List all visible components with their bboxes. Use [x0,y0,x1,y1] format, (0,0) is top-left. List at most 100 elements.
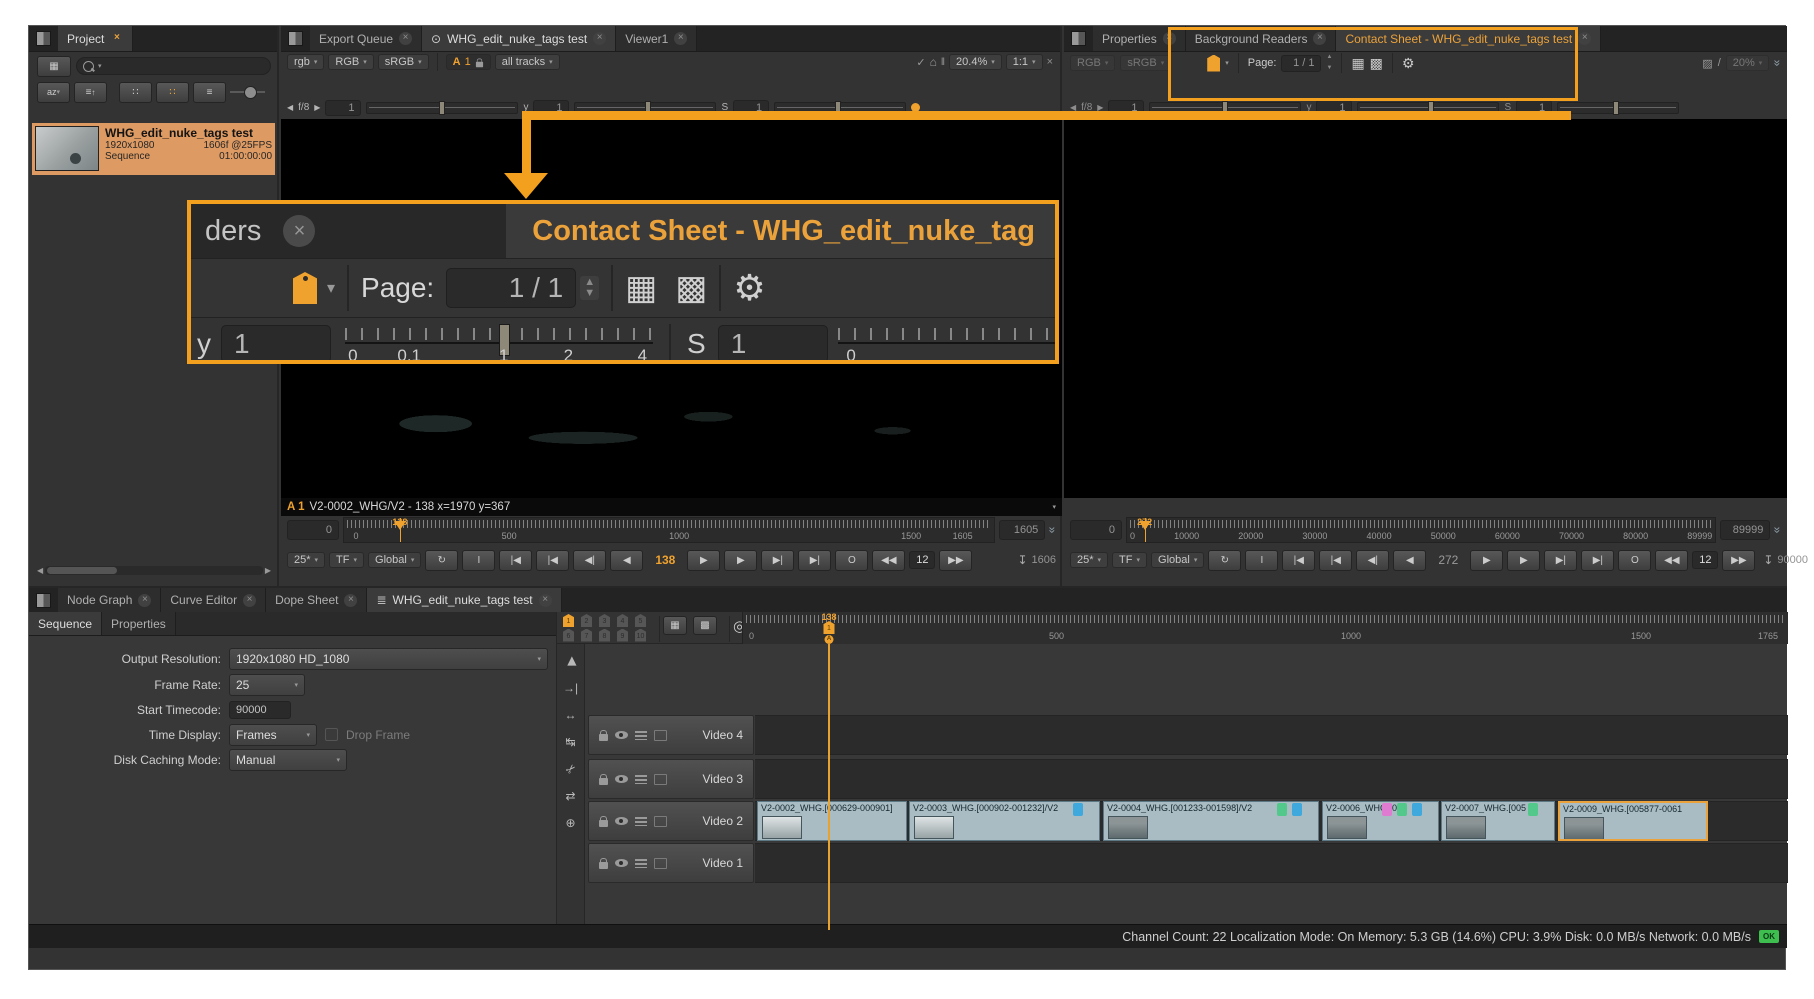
slide-tool[interactable]: ↔ [560,705,582,725]
slider-handle[interactable] [439,101,445,115]
trim-tool[interactable]: ↹ [560,732,582,752]
close-icon[interactable]: × [138,594,151,607]
timecode-format-dropdown[interactable]: TF▾ [1112,552,1147,568]
track-lane-4[interactable] [755,715,1788,755]
pixel-aspect-dropdown[interactable]: 1:1▾ [1006,54,1043,70]
zoom-dropdown[interactable]: 20.4%▾ [949,54,1002,70]
tag-marker-1[interactable]: 1 [563,614,574,627]
output-resolution-dropdown[interactable]: 1920x1080 HD_1080▾ [229,648,548,670]
close-icon[interactable]: × [243,594,256,607]
tag-blue-icon[interactable] [1412,803,1422,816]
in-mark-button[interactable]: I [1245,550,1278,571]
tag-pink-icon[interactable] [1382,803,1392,816]
play-backward-button[interactable]: ◀ [1393,550,1426,571]
page-up-icon[interactable]: ▲ [584,278,595,287]
gamma-input[interactable]: 1 [221,325,331,363]
close-icon[interactable]: × [539,594,552,607]
timeline-clip[interactable]: V2-0003_WHG.[000902-001232]/V2 [909,801,1100,841]
track-lane-1[interactable] [755,843,1788,883]
view-list-button[interactable]: ≡ [193,82,226,103]
razor-tool[interactable]: ✂ [556,754,586,784]
frame-ruler[interactable]: 0 500 1000 1500 1605 138 [343,517,995,543]
timeline-ruler[interactable]: 0 500 1000 1500 1765 138 1 A [742,612,1788,644]
saturation-slider[interactable]: 0 [838,322,1055,364]
prev-edit-button[interactable]: |◀ [1319,550,1352,571]
thumb-size-slider[interactable] [230,85,271,99]
prev-icon[interactable]: ◀ [287,103,293,112]
lock-icon[interactable] [599,862,608,869]
tag-marker-10[interactable]: 10 [635,629,646,642]
tag-marker-7[interactable]: 7 [581,629,592,642]
fast-backward-button[interactable]: ◀◀ [872,550,905,571]
fast-forward-button[interactable]: ▶▶ [939,550,972,571]
out-point-field[interactable]: 1605 [999,520,1045,540]
export-icon[interactable]: ↧ [1763,553,1773,567]
tab-dope-sheet[interactable]: Dope Sheet× [266,588,367,612]
subtab-properties[interactable]: Properties [102,612,176,635]
fps-dropdown[interactable]: 25*▾ [1070,552,1108,568]
home-icon[interactable]: ⌂ [930,55,937,69]
zoom-dropdown[interactable]: 20%▾ [1726,55,1770,71]
next-edit-button[interactable]: ▶| [1544,550,1577,571]
channel-dropdown[interactable]: rgb▾ [287,54,324,70]
slider-handle[interactable] [244,86,257,99]
prev-edit-button[interactable]: |◀ [536,550,569,571]
tag-green-icon[interactable] [1277,803,1287,816]
loop-mode-button[interactable]: ↻ [425,550,458,571]
close-icon[interactable]: × [110,32,123,45]
tab-project[interactable]: Project × [58,26,133,51]
tab-timeline-sequence[interactable]: ≣WHG_edit_nuke_tags test× [367,588,561,612]
drop-frame-checkbox[interactable] [325,728,338,741]
start-timecode-field[interactable]: 90000 [229,701,291,719]
panel-menu-icon[interactable] [288,31,303,46]
timecode-format-dropdown[interactable]: TF▾ [329,552,364,568]
track-lane-3[interactable] [755,759,1788,799]
page-field[interactable]: 1 / 1 [446,268,576,308]
tag-marker-9[interactable]: 9 [617,629,628,642]
scroll-left-icon[interactable]: ◀ [37,566,43,575]
close-icon[interactable]: × [283,215,315,247]
step-back-button[interactable]: ◀| [1356,550,1389,571]
monitor-icon[interactable] [654,774,667,785]
frame-step-field[interactable]: 12 [909,551,935,569]
time-display-dropdown[interactable]: Frames▾ [229,724,317,746]
monitor-icon[interactable] [654,730,667,741]
monitor-icon[interactable] [654,858,667,869]
scroll-handle[interactable] [47,567,117,574]
lock-icon[interactable] [599,820,608,827]
tab-curve-editor[interactable]: Curve Editor× [161,588,266,612]
in-point-field[interactable]: 0 [1070,520,1122,540]
range-dropdown[interactable]: Global▾ [1151,552,1204,568]
grid-inspect-button[interactable]: ▩ [693,616,717,635]
goto-start-button[interactable]: |◀ [499,550,532,571]
track-header-video-2[interactable]: Video 2 [588,801,754,841]
sort-order-button[interactable]: ≡↑ [74,82,107,103]
goto-start-button[interactable]: |◀ [1282,550,1315,571]
tracks-dropdown[interactable]: all tracks▾ [495,54,560,70]
colorspace-dropdown[interactable]: sRGB▾ [1120,55,1171,71]
layers-icon[interactable] [635,817,647,826]
timeline-clip[interactable]: V2-0007_WHG.[005 [1441,801,1555,841]
project-hscrollbar[interactable]: ◀ ▶ [31,564,277,577]
loop-mode-button[interactable]: ↻ [1208,550,1241,571]
gamma-slider[interactable]: 0 0.1 1 2 4 [345,322,653,364]
layers-icon[interactable] [635,859,647,868]
view-grid-list-button[interactable]: ∷ [156,82,189,103]
sort-alpha-button[interactable]: az▾ [37,82,70,103]
step-back-button[interactable]: ◀| [573,550,606,571]
roll-tool[interactable]: ⇄ [560,786,582,806]
next-edit-button[interactable]: ▶| [761,550,794,571]
tag-green-icon[interactable] [1397,803,1407,816]
input-ab-selector[interactable]: A 1 [446,54,491,70]
close-icon[interactable]: × [593,32,606,45]
layers-icon[interactable] [635,775,647,784]
clear-sheet-icon[interactable]: ▩ [675,268,707,308]
goto-end-button[interactable]: ▶| [1581,550,1614,571]
play-backward-button[interactable]: ◀ [610,550,643,571]
tag-blue-icon[interactable] [1292,803,1302,816]
gain-slider[interactable] [366,102,518,114]
panel-menu-icon[interactable] [36,31,51,46]
tab-sequence-viewer[interactable]: ⊙ WHG_edit_nuke_tags test × [422,26,616,51]
move-tool[interactable]: →| [560,678,582,698]
tab-node-graph[interactable]: Node Graph× [58,588,161,612]
